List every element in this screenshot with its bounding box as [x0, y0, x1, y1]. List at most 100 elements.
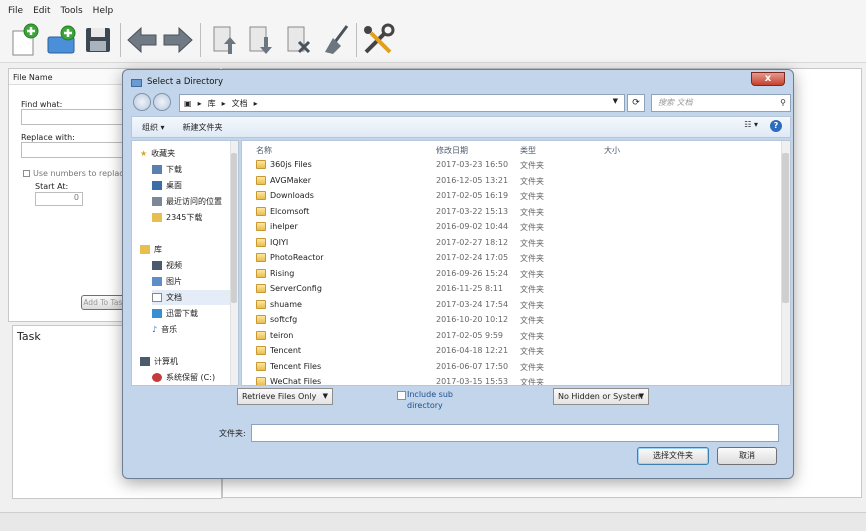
file-name: ServerConfig — [270, 284, 322, 293]
forward-arrow-icon[interactable] — [160, 21, 196, 59]
column-type[interactable]: 类型 — [520, 145, 536, 156]
table-row[interactable]: PhotoReactor 2017-02-24 17:05 文件夹 — [242, 250, 780, 266]
column-size[interactable]: 大小 — [604, 145, 620, 156]
file-modified: 2017-02-05 9:59 — [436, 330, 503, 340]
table-row[interactable]: softcfg 2016-10-20 10:12 文件夹 — [242, 312, 780, 328]
search-icon[interactable]: ⚲ — [780, 95, 786, 111]
table-row[interactable]: WeChat Files 2017-03-15 15:53 文件夹 — [242, 374, 780, 386]
nav-videos[interactable]: 视频 — [152, 258, 238, 273]
refresh-icon[interactable]: ⟳ — [627, 94, 645, 112]
table-row[interactable]: 360js Files 2017-03-23 16:50 文件夹 — [242, 157, 780, 173]
nav-downloads[interactable]: 下载 — [152, 162, 238, 177]
pictures-icon — [152, 277, 162, 286]
column-modified[interactable]: 修改日期 — [436, 145, 468, 156]
tools-icon[interactable] — [360, 21, 396, 59]
table-row[interactable]: shuame 2017-03-24 17:54 文件夹 — [242, 297, 780, 313]
table-row[interactable]: ihelper 2016-09-02 10:44 文件夹 — [242, 219, 780, 235]
address-bar[interactable]: ▣ ▸ 库 ▸ 文档 ▸ ▼ — [179, 94, 625, 112]
hidden-system-dropdown[interactable]: No Hidden or System ▼ — [553, 388, 649, 405]
table-row[interactable]: Rising 2016-09-26 15:24 文件夹 — [242, 266, 780, 282]
file-modified: 2017-02-27 18:12 — [436, 237, 509, 247]
file-type: 文件夹 — [520, 207, 544, 217]
folder-icon — [256, 315, 266, 324]
nav-recent[interactable]: 最近访问的位置 — [152, 194, 238, 209]
nav-libraries[interactable]: 库 — [140, 242, 238, 257]
table-row[interactable]: Tencent 2016-04-18 12:21 文件夹 — [242, 343, 780, 359]
table-row[interactable]: IQIYI 2017-02-27 18:12 文件夹 — [242, 235, 780, 251]
folder-icon — [256, 346, 266, 355]
table-row[interactable]: ServerConfig 2016-11-25 8:11 文件夹 — [242, 281, 780, 297]
new-file-icon[interactable] — [6, 21, 42, 59]
file-name: Elcomsoft — [270, 206, 310, 216]
nav-pictures[interactable]: 图片 — [152, 274, 238, 289]
delete-file-icon[interactable] — [280, 21, 316, 59]
table-row[interactable]: Tencent Files 2016-06-07 17:50 文件夹 — [242, 359, 780, 375]
help-icon[interactable]: ? — [770, 120, 782, 132]
breadcrumb-library[interactable]: 库 — [208, 98, 216, 109]
dialog-title: Select a Directory — [147, 77, 224, 87]
file-type: 文件夹 — [520, 269, 544, 279]
nav-computer[interactable]: 计算机 — [140, 354, 238, 369]
replace-with-input[interactable] — [21, 142, 127, 158]
table-row[interactable]: Elcomsoft 2017-03-22 15:13 文件夹 — [242, 204, 780, 220]
table-row[interactable]: Downloads 2017-02-05 16:19 文件夹 — [242, 188, 780, 204]
file-list: 名称 修改日期 类型 大小 360js Files 2017-03-23 16:5… — [241, 140, 791, 386]
nav-scrollbar[interactable] — [230, 141, 238, 385]
table-row[interactable]: teiron 2017-02-05 9:59 文件夹 — [242, 328, 780, 344]
select-folder-button[interactable]: 选择文件夹 — [637, 447, 709, 465]
new-folder-icon[interactable] — [44, 21, 80, 59]
move-up-icon[interactable] — [206, 21, 242, 59]
save-icon[interactable] — [80, 21, 116, 59]
file-modified: 2017-03-22 15:13 — [436, 206, 509, 216]
folder-icon — [256, 361, 266, 371]
file-list-scrollbar[interactable] — [781, 141, 790, 385]
file-list-scroll-thumb[interactable] — [782, 153, 789, 303]
file-modified: 2017-03-15 15:53 — [436, 377, 509, 386]
search-input[interactable]: 搜索 文档 ⚲ — [651, 94, 791, 112]
find-what-input[interactable] — [21, 109, 127, 125]
address-dropdown-icon[interactable]: ▼ — [613, 97, 618, 105]
menu-file[interactable]: File — [8, 6, 23, 17]
nav-desktop[interactable]: 桌面 — [152, 178, 238, 193]
move-down-icon[interactable] — [242, 21, 278, 59]
file-modified: 2016-11-25 8:11 — [436, 284, 503, 293]
organize-menu[interactable]: 组织 ▾ — [142, 122, 165, 133]
table-row[interactable]: AVGMaker 2016-12-05 13:21 文件夹 — [242, 173, 780, 189]
retrieve-files-dropdown[interactable]: Retrieve Files Only ▼ — [237, 388, 333, 405]
folder-icon — [256, 222, 266, 231]
file-name: AVGMaker — [270, 175, 311, 185]
folder-icon — [152, 213, 162, 222]
close-button[interactable]: x — [751, 72, 785, 86]
breadcrumb-documents[interactable]: 文档 — [232, 98, 248, 109]
folder-input[interactable] — [251, 424, 779, 442]
back-arrow-icon[interactable] — [124, 21, 160, 59]
file-type: 文件夹 — [520, 223, 544, 232]
nav-music[interactable]: ♪ 音乐 — [152, 322, 238, 337]
column-name[interactable]: 名称 — [256, 145, 272, 156]
nav-scroll-thumb[interactable] — [231, 153, 237, 303]
computer-icon — [140, 357, 150, 366]
new-folder-button[interactable]: 新建文件夹 — [183, 122, 223, 133]
back-button[interactable] — [133, 93, 151, 111]
include-sub-checkbox[interactable] — [397, 391, 406, 400]
start-at-label: Start At: — [35, 182, 69, 191]
file-type: 文件夹 — [520, 300, 544, 310]
cancel-button[interactable]: 取消 — [717, 447, 777, 465]
start-at-input[interactable]: 0 — [35, 192, 83, 206]
nav-documents[interactable]: 文档 — [152, 290, 238, 305]
use-numbers-checkbox[interactable] — [23, 170, 30, 177]
nav-xunlei[interactable]: 迅雷下载 — [152, 306, 238, 321]
documents-icon — [152, 293, 162, 302]
view-options-icon[interactable]: ☷ ▾ — [744, 120, 758, 132]
nav-favorites[interactable]: ★ 收藏夹 — [140, 146, 238, 161]
menu-edit[interactable]: Edit — [33, 6, 50, 17]
file-name: softcfg — [270, 315, 298, 324]
file-list-header: 名称 修改日期 类型 大小 — [242, 141, 780, 156]
clear-broom-icon[interactable] — [318, 21, 354, 59]
menu-help[interactable]: Help — [93, 6, 114, 17]
forward-button[interactable] — [153, 93, 171, 111]
file-type: 文件夹 — [520, 176, 544, 186]
nav-2345-downloads[interactable]: 2345下载 — [152, 210, 238, 225]
menu-tools[interactable]: Tools — [61, 6, 83, 17]
nav-c-drive[interactable]: 系统保留 (C:) — [152, 370, 238, 385]
